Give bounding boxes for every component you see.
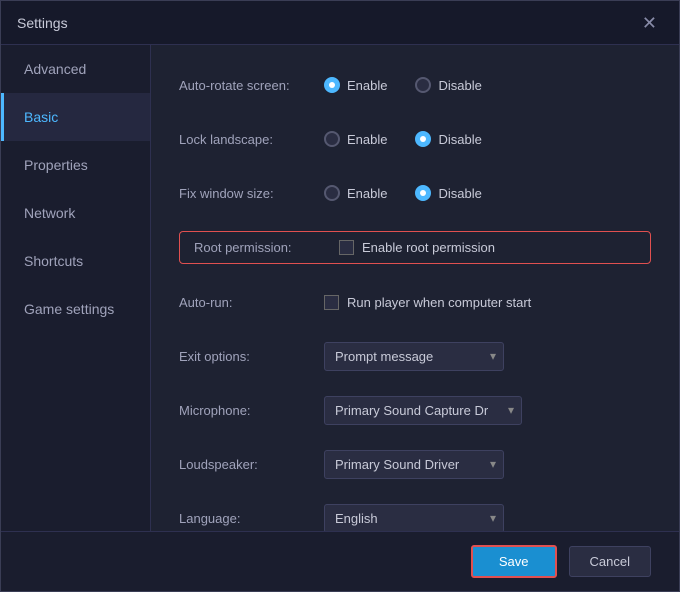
lock-landscape-row: Lock landscape: Enable Disable: [179, 123, 651, 155]
lock-landscape-enable[interactable]: Enable: [324, 131, 387, 147]
fix-window-enable[interactable]: Enable: [324, 185, 387, 201]
main-content: Auto-rotate screen: Enable Disable Lock …: [151, 45, 679, 531]
lock-landscape-label: Lock landscape:: [179, 132, 324, 147]
root-permission-label: Root permission:: [194, 240, 339, 255]
cancel-button[interactable]: Cancel: [569, 546, 651, 577]
microphone-row: Microphone: Primary Sound Capture Dr ▾: [179, 394, 651, 426]
sidebar-item-network[interactable]: Network: [1, 189, 150, 237]
language-select-wrap: English ▾: [324, 504, 504, 532]
dialog-title: Settings: [17, 15, 68, 31]
fix-window-row: Fix window size: Enable Disable: [179, 177, 651, 209]
fix-window-options: Enable Disable: [324, 185, 482, 201]
fix-window-label: Fix window size:: [179, 186, 324, 201]
titlebar: Settings ✕: [1, 1, 679, 45]
auto-run-row: Auto-run: Run player when computer start: [179, 286, 651, 318]
fix-window-disable[interactable]: Disable: [415, 185, 481, 201]
auto-rotate-row: Auto-rotate screen: Enable Disable: [179, 69, 651, 101]
auto-rotate-disable[interactable]: Disable: [415, 77, 481, 93]
language-select[interactable]: English: [324, 504, 504, 532]
microphone-select[interactable]: Primary Sound Capture Dr: [324, 396, 522, 425]
auto-run-label: Auto-run:: [179, 295, 324, 310]
exit-options-row: Exit options: Prompt message ▾: [179, 340, 651, 372]
sidebar-item-advanced[interactable]: Advanced: [1, 45, 150, 93]
loudspeaker-label: Loudspeaker:: [179, 457, 324, 472]
auto-rotate-options: Enable Disable: [324, 77, 482, 93]
root-permission-row: Root permission: Enable root permission: [179, 231, 651, 264]
sidebar-item-properties[interactable]: Properties: [1, 141, 150, 189]
radio-lock-landscape-disable[interactable]: [415, 131, 431, 147]
exit-options-select-wrap: Prompt message ▾: [324, 342, 504, 371]
lock-landscape-disable[interactable]: Disable: [415, 131, 481, 147]
auto-run-checkbox[interactable]: [324, 295, 339, 310]
radio-fix-window-disable[interactable]: [415, 185, 431, 201]
radio-lock-landscape-enable[interactable]: [324, 131, 340, 147]
auto-rotate-label: Auto-rotate screen:: [179, 78, 324, 93]
exit-options-label: Exit options:: [179, 349, 324, 364]
close-button[interactable]: ✕: [636, 12, 663, 34]
loudspeaker-select[interactable]: Primary Sound Driver: [324, 450, 504, 479]
root-permission-checkbox-wrap[interactable]: Enable root permission: [339, 240, 495, 255]
exit-options-select[interactable]: Prompt message: [324, 342, 504, 371]
content-area: Advanced Basic Properties Network Shortc…: [1, 45, 679, 531]
language-row: Language: English ▾: [179, 502, 651, 531]
sidebar-item-basic[interactable]: Basic: [1, 93, 150, 141]
root-permission-checkbox[interactable]: [339, 240, 354, 255]
radio-auto-rotate-enable[interactable]: [324, 77, 340, 93]
language-label: Language:: [179, 511, 324, 526]
sidebar-item-shortcuts[interactable]: Shortcuts: [1, 237, 150, 285]
radio-fix-window-enable[interactable]: [324, 185, 340, 201]
loudspeaker-select-wrap: Primary Sound Driver ▾: [324, 450, 504, 479]
auto-rotate-enable[interactable]: Enable: [324, 77, 387, 93]
settings-dialog: Settings ✕ Advanced Basic Properties Net…: [0, 0, 680, 592]
auto-run-checkbox-wrap[interactable]: Run player when computer start: [324, 295, 531, 310]
microphone-label: Microphone:: [179, 403, 324, 418]
lock-landscape-options: Enable Disable: [324, 131, 482, 147]
sidebar: Advanced Basic Properties Network Shortc…: [1, 45, 151, 531]
save-button[interactable]: Save: [471, 545, 557, 578]
microphone-select-wrap: Primary Sound Capture Dr ▾: [324, 396, 522, 425]
sidebar-item-game-settings[interactable]: Game settings: [1, 285, 150, 333]
loudspeaker-row: Loudspeaker: Primary Sound Driver ▾: [179, 448, 651, 480]
radio-auto-rotate-disable[interactable]: [415, 77, 431, 93]
bottom-bar: Save Cancel: [1, 531, 679, 591]
